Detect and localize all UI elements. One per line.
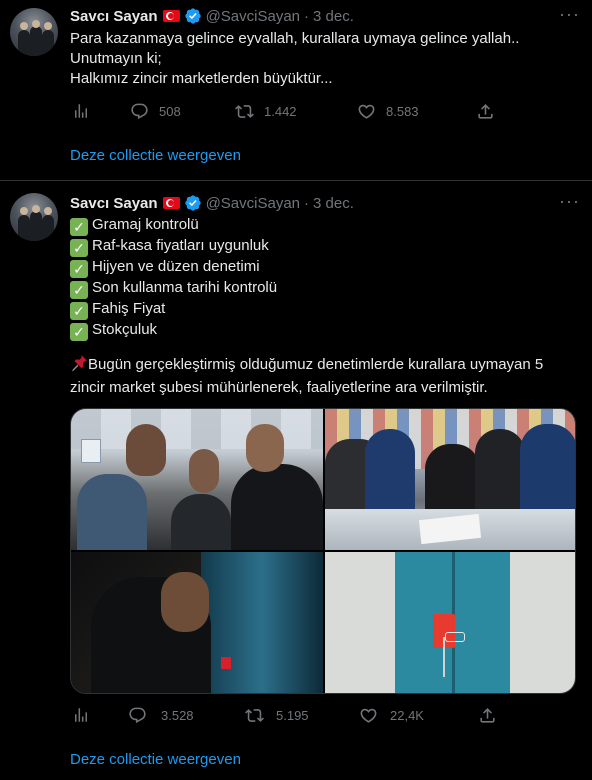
checklist-item: ✓ Raf-kasa fiyatları uygunluk: [70, 236, 580, 257]
like-button[interactable]: 8.583: [357, 101, 419, 121]
verified-badge-icon: [184, 7, 202, 25]
reply-button[interactable]: 508: [130, 101, 181, 121]
more-icon[interactable]: ···: [559, 191, 580, 212]
tweet-line: Bugün gerçekleştirmiş olduğumuz denetiml…: [70, 354, 580, 378]
tweet-actions: 3.528 5.195 22,4K: [70, 705, 510, 725]
tweet-time[interactable]: 3 dec.: [313, 8, 354, 25]
show-collection-link[interactable]: Deze collectie weergeven: [70, 147, 241, 164]
like-icon: [358, 104, 375, 119]
check-mark-emoji: ✓: [70, 218, 88, 236]
check-mark-emoji: ✓: [70, 281, 88, 299]
show-collection-link[interactable]: Deze collectie weergeven: [70, 751, 241, 768]
checklist-item: ✓ Gramaj kontrolü: [70, 215, 580, 236]
retweet-icon: [245, 708, 264, 722]
author-name[interactable]: Savcı Sayan: [70, 195, 158, 212]
checklist-item: ✓ Fahiş Fiyat: [70, 299, 580, 320]
share-icon: [480, 707, 495, 723]
avatar[interactable]: [10, 193, 58, 241]
separator-dot: ·: [304, 194, 310, 212]
tweet-line: Unutmayın ki;: [70, 50, 162, 67]
share-button[interactable]: [476, 101, 495, 121]
photo-grid[interactable]: [70, 408, 576, 694]
like-count: 22,4K: [390, 707, 424, 723]
checklist-item: ✓ Son kullanma tarihi kontrolü: [70, 278, 580, 299]
separator-dot: ·: [304, 7, 310, 25]
check-mark-emoji: ✓: [70, 302, 88, 320]
analytics-button[interactable]: [72, 705, 90, 725]
tweet-text: Bugün gerçekleştirmiş olduğumuz denetiml…: [70, 354, 580, 398]
reply-count: 508: [159, 103, 181, 119]
tweet-actions: 508 1.442 8.583: [70, 101, 510, 121]
reply-icon: [129, 707, 146, 723]
like-button[interactable]: 22,4K: [359, 705, 424, 725]
photo-inspection-counter[interactable]: [325, 409, 575, 550]
tweet-line: zincir market şubesi mühürlenerek, faali…: [70, 379, 488, 396]
tweet-line: Para kazanmaya gelince eyvallah, kuralla…: [70, 30, 520, 47]
share-icon: [478, 103, 493, 119]
tweet-line: Halkımız zincir marketlerden büyüktür...: [70, 70, 333, 87]
reply-button[interactable]: 3.528: [128, 705, 194, 725]
retweet-button[interactable]: 1.442: [235, 101, 297, 121]
check-mark-emoji: ✓: [70, 239, 88, 257]
turkey-flag-icon: [162, 197, 180, 209]
tweet-2[interactable]: Savcı Sayan @SavciSayan · 3 dec. ··· ✓ Gr…: [0, 181, 592, 780]
like-icon: [360, 708, 377, 723]
like-count: 8.583: [386, 103, 419, 119]
photo-inspection-store[interactable]: [71, 409, 323, 550]
check-mark-emoji: ✓: [70, 260, 88, 278]
tweet-text: Para kazanmaya gelince eyvallah, kuralla…: [70, 29, 580, 89]
tweet-header: Savcı Sayan @SavciSayan · 3 dec.: [70, 6, 354, 26]
reply-count: 3.528: [161, 707, 194, 723]
share-button[interactable]: [478, 705, 497, 725]
analytics-button[interactable]: [72, 101, 90, 121]
checklist: ✓ Gramaj kontrolü ✓ Raf-kasa fiyatları uyg…: [70, 215, 580, 341]
retweet-count: 1.442: [264, 103, 297, 119]
author-handle[interactable]: @SavciSayan: [206, 195, 300, 212]
author-name[interactable]: Savcı Sayan: [70, 8, 158, 25]
photo-sealing-door[interactable]: [71, 552, 323, 693]
tweet-1[interactable]: Savcı Sayan @SavciSayan · 3 dec. ··· Par…: [0, 0, 592, 181]
retweet-count: 5.195: [276, 707, 309, 723]
analytics-icon: [75, 708, 87, 722]
avatar[interactable]: [10, 8, 58, 56]
retweet-button[interactable]: 5.195: [245, 705, 309, 725]
turkey-flag-icon: [162, 10, 180, 22]
checklist-item: ✓ Stokçuluk: [70, 320, 580, 341]
analytics-icon: [75, 104, 87, 118]
verified-badge-icon: [184, 194, 202, 212]
more-icon[interactable]: ···: [559, 4, 580, 25]
reply-icon: [131, 103, 148, 119]
tweet-time[interactable]: 3 dec.: [313, 195, 354, 212]
retweet-icon: [235, 104, 254, 118]
tweet-header: Savcı Sayan @SavciSayan · 3 dec.: [70, 193, 354, 213]
checklist-item: ✓ Hijyen ve düzen denetimi: [70, 257, 580, 278]
pushpin-emoji: [70, 354, 88, 378]
check-mark-emoji: ✓: [70, 323, 88, 341]
author-handle[interactable]: @SavciSayan: [206, 8, 300, 25]
photo-seal-closeup[interactable]: [325, 552, 575, 693]
